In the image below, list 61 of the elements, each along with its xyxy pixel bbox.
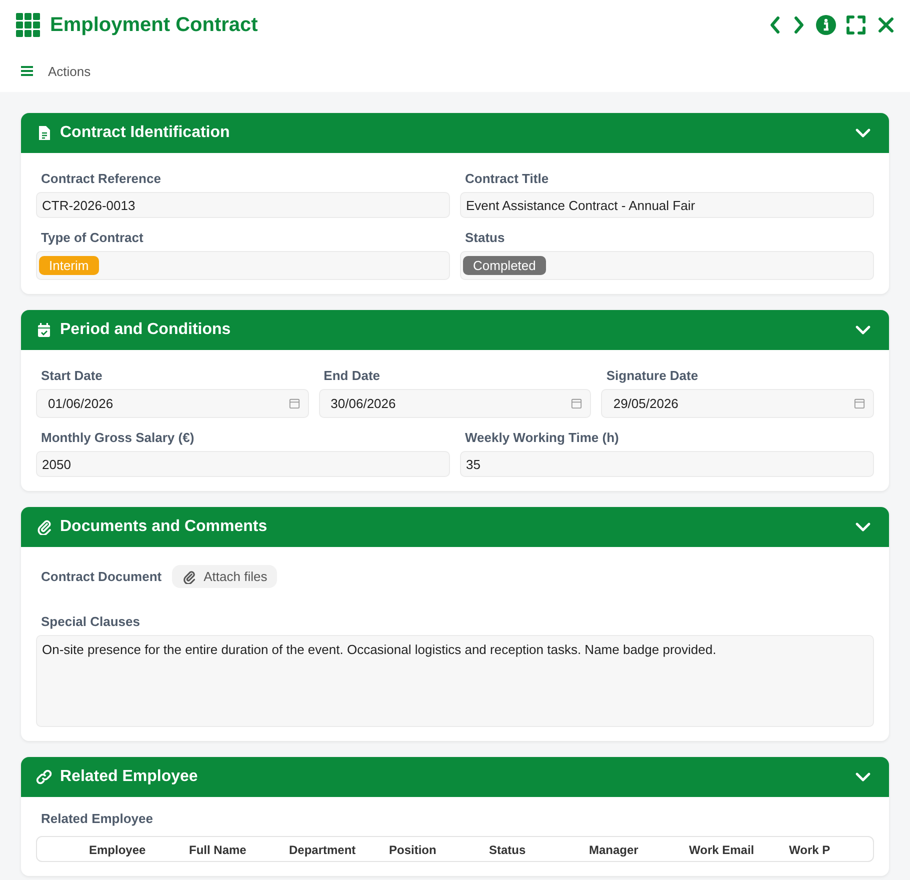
section-header[interactable]: Documents and Comments bbox=[21, 507, 889, 547]
date-field[interactable]: 30/06/2026 bbox=[318, 389, 592, 418]
column-header[interactable]: Work P bbox=[789, 843, 839, 857]
actions-button[interactable]: Actions bbox=[14, 60, 97, 82]
info-icon[interactable] bbox=[816, 15, 836, 35]
section-title: Related Employee bbox=[60, 768, 199, 786]
input-field[interactable]: Event Assistance Contract - Annual Fair bbox=[460, 192, 874, 218]
attach-files-button[interactable]: Attach files bbox=[172, 565, 278, 588]
status-badge: Interim bbox=[39, 256, 99, 275]
column-header[interactable]: Position bbox=[389, 843, 489, 857]
select-field[interactable]: Completed bbox=[460, 251, 874, 280]
field-label: Special Clauses bbox=[40, 614, 141, 629]
field-label: End Date bbox=[322, 368, 382, 383]
window-title: Employment Contract bbox=[50, 14, 259, 36]
close-icon[interactable] bbox=[876, 15, 896, 35]
previous-icon[interactable] bbox=[768, 15, 782, 35]
column-header[interactable]: Full Name bbox=[189, 843, 289, 857]
field-label: Signature Date bbox=[605, 368, 700, 383]
status-badge: Completed bbox=[463, 256, 546, 275]
date-field[interactable]: 29/05/2026 bbox=[601, 389, 874, 418]
column-header[interactable]: Department bbox=[289, 843, 389, 857]
section-header[interactable]: Period and Conditions bbox=[21, 310, 889, 350]
field-label: Type of Contract bbox=[40, 230, 144, 245]
field-label: Weekly Working Time (h) bbox=[464, 430, 620, 445]
chevron-down-icon[interactable] bbox=[855, 325, 871, 335]
field-label: Contract Title bbox=[464, 171, 550, 186]
field-label: Status bbox=[464, 230, 506, 245]
field-label: Contract Reference bbox=[40, 171, 162, 186]
section-title: Documents and Comments bbox=[60, 518, 268, 536]
fullscreen-icon[interactable] bbox=[846, 15, 866, 35]
column-header[interactable]: Employee bbox=[89, 843, 189, 857]
calendar-icon bbox=[854, 398, 866, 409]
field-label: Contract Document bbox=[40, 569, 162, 584]
paperclip-icon bbox=[36, 519, 52, 535]
column-header[interactable]: Work Email bbox=[689, 843, 789, 857]
calendar-icon bbox=[571, 398, 582, 409]
input-field[interactable]: CTR-2026-0013 bbox=[36, 192, 450, 218]
section-title: Contract Identification bbox=[60, 124, 231, 142]
date-field[interactable]: 01/06/2026 bbox=[36, 389, 309, 418]
input-field[interactable]: 35 bbox=[460, 451, 874, 477]
section-header[interactable]: Related Employee bbox=[21, 757, 889, 797]
calendar-icon bbox=[288, 398, 300, 409]
input-field[interactable]: 2050 bbox=[36, 451, 450, 477]
column-header[interactable]: Manager bbox=[589, 843, 689, 857]
section-title: Period and Conditions bbox=[60, 321, 232, 339]
field-label: Monthly Gross Salary (€) bbox=[40, 430, 196, 445]
section-header[interactable]: Contract Identification bbox=[21, 113, 889, 153]
link-icon bbox=[36, 769, 52, 785]
calendar-icon bbox=[36, 322, 52, 338]
chevron-down-icon[interactable] bbox=[855, 772, 871, 782]
menu-icon bbox=[20, 65, 34, 77]
text-area[interactable]: On-site presence for the entire duration of the event. Occasional logistics and reception tasks. Name badge provided. bbox=[36, 635, 874, 727]
chevron-down-icon[interactable] bbox=[855, 128, 871, 138]
document-icon bbox=[36, 125, 52, 141]
paperclip-icon bbox=[182, 570, 196, 584]
chevron-down-icon[interactable] bbox=[855, 522, 871, 532]
column-header[interactable]: Status bbox=[489, 843, 589, 857]
field-label: Related Employee bbox=[40, 811, 154, 826]
next-icon[interactable] bbox=[792, 15, 806, 35]
grid-menu-icon[interactable] bbox=[16, 13, 40, 37]
field-label: Start Date bbox=[40, 368, 104, 383]
